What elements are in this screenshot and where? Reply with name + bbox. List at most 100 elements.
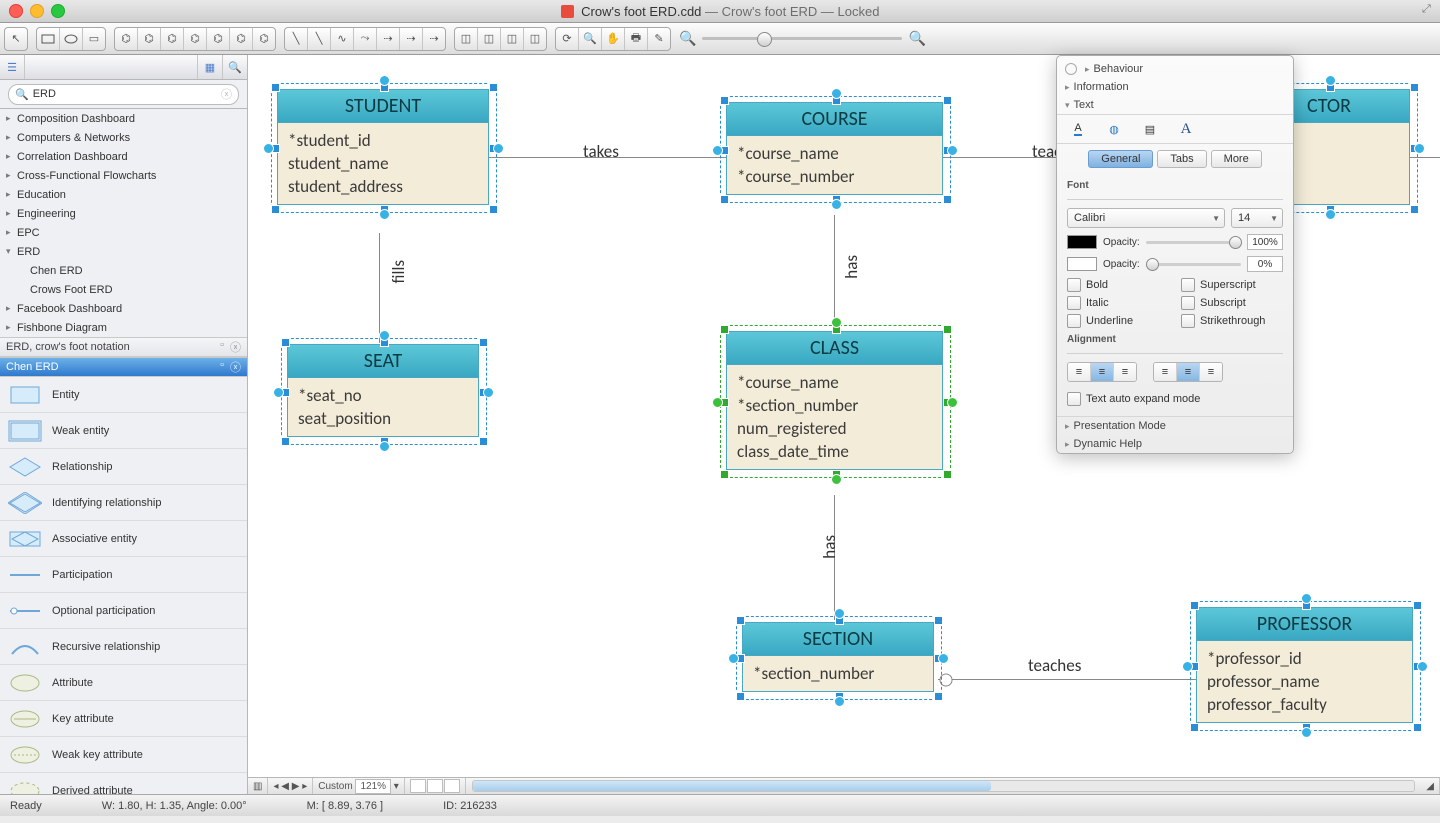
shape-item[interactable]: Participation <box>0 557 247 593</box>
zoom-value[interactable]: 121% <box>355 779 391 794</box>
tree-item[interactable]: ▸Correlation Dashboard <box>0 147 247 166</box>
inspector-section-information[interactable]: Information <box>1074 81 1129 93</box>
group-tool-3[interactable]: ◫ <box>501 28 524 50</box>
bg-opacity-slider[interactable] <box>1146 263 1241 266</box>
tree-tool-3[interactable]: ⌬ <box>161 28 184 50</box>
v-align-group[interactable]: ≡ ≡ ≡ <box>1153 362 1223 382</box>
tree-tool-4[interactable]: ⌬ <box>184 28 207 50</box>
bg-opacity-value[interactable]: 0% <box>1247 256 1283 272</box>
text-color-swatch[interactable] <box>1067 235 1097 249</box>
align-left-button[interactable]: ≡ <box>1068 363 1091 381</box>
valign-bottom-button[interactable]: ≡ <box>1200 363 1222 381</box>
connector-tool-3[interactable]: ⇢ <box>400 28 423 50</box>
page-nav[interactable]: ◂ ◀ ▶ ▸ <box>268 778 313 794</box>
zoom-slider[interactable]: 🔍 🔍 <box>679 30 926 47</box>
entity-course[interactable]: COURSE *course_name *course_number <box>726 102 943 195</box>
text-opacity-slider[interactable] <box>1146 241 1241 244</box>
horizontal-scrollbar[interactable] <box>472 780 1415 792</box>
entity-seat[interactable]: SEAT *seat_no seat_position <box>287 344 479 437</box>
font-family-select[interactable]: Calibri▼ <box>1067 208 1225 228</box>
shape-item[interactable]: Key attribute <box>0 701 247 737</box>
library-grid-icon[interactable]: ▦ <box>197 55 222 79</box>
zoom-in-icon[interactable]: 🔍 <box>908 30 925 47</box>
align-right-button[interactable]: ≡ <box>1114 363 1136 381</box>
close-window-button[interactable] <box>9 4 23 18</box>
inspector-tab-more[interactable]: More <box>1211 150 1262 168</box>
library-tree-icon[interactable]: ☰ <box>0 55 25 79</box>
lib-save-icon[interactable]: ▫ <box>220 359 224 375</box>
zoom-out-icon[interactable]: 🔍 <box>679 30 696 47</box>
ellipse-tool[interactable] <box>60 28 83 50</box>
inspector-section-behaviour[interactable]: Behaviour <box>1094 63 1144 75</box>
tree-item[interactable]: ▸EPC <box>0 223 247 242</box>
text-para-icon[interactable]: ▤ <box>1139 118 1161 140</box>
tree-item[interactable]: ▸Fishbone Diagram <box>0 318 247 337</box>
valign-top-button[interactable]: ≡ <box>1154 363 1177 381</box>
library-search-icon[interactable]: 🔍 <box>222 55 247 79</box>
zoom-window-button[interactable] <box>51 4 65 18</box>
line-tool-2[interactable]: ╲ <box>308 28 331 50</box>
clear-search-icon[interactable]: ⓧ <box>221 86 232 102</box>
curve-tool[interactable]: ∿ <box>331 28 354 50</box>
tree-tool-7[interactable]: ⌬ <box>253 28 275 50</box>
checkbox-strikethrough[interactable] <box>1181 314 1195 328</box>
inspector-foot-help[interactable]: Dynamic Help <box>1074 438 1142 450</box>
edit-tool[interactable]: ✎ <box>648 28 670 50</box>
library-tree[interactable]: ▸Composition Dashboard▸Computers & Netwo… <box>0 109 247 337</box>
group-tool-4[interactable]: ◫ <box>524 28 546 50</box>
tree-item[interactable]: ▸Computers & Networks <box>0 128 247 147</box>
align-center-button[interactable]: ≡ <box>1091 363 1114 381</box>
view-switcher[interactable] <box>405 778 466 794</box>
inspector-section-text[interactable]: Text <box>1074 99 1094 111</box>
shape-item[interactable]: Relationship <box>0 449 247 485</box>
h-align-group[interactable]: ≡ ≡ ≡ <box>1067 362 1137 382</box>
shape-item[interactable]: Entity <box>0 377 247 413</box>
pan-tool[interactable]: ✋ <box>602 28 625 50</box>
shape-item[interactable]: Optional participation <box>0 593 247 629</box>
inspector-foot-presentation[interactable]: Presentation Mode <box>1074 420 1166 432</box>
rel-fills-line[interactable] <box>379 233 380 343</box>
checkbox-subscript[interactable] <box>1181 296 1195 310</box>
shape-item[interactable]: Attribute <box>0 665 247 701</box>
font-size-select[interactable]: 14▼ <box>1231 208 1283 228</box>
checkbox-bold[interactable] <box>1067 278 1081 292</box>
auto-expand-checkbox[interactable] <box>1067 392 1081 406</box>
tree-item[interactable]: ▸Composition Dashboard <box>0 109 247 128</box>
library-header[interactable]: ERD, crow's foot notation▫ⓧ <box>0 337 247 357</box>
valign-middle-button[interactable]: ≡ <box>1177 363 1200 381</box>
tree-tool-6[interactable]: ⌬ <box>230 28 253 50</box>
shape-item[interactable]: Associative entity <box>0 521 247 557</box>
entity-professor[interactable]: PROFESSOR *professor_id professor_name p… <box>1196 607 1413 723</box>
tree-tool-1[interactable]: ⌬ <box>115 28 138 50</box>
tree-item[interactable]: Crows Foot ERD <box>0 280 247 299</box>
library-header[interactable]: Chen ERD▫ⓧ <box>0 357 247 377</box>
tree-item[interactable]: ▸Cross-Functional Flowcharts <box>0 166 247 185</box>
rel-teaches-line[interactable] <box>938 679 1198 680</box>
minimize-window-button[interactable] <box>30 4 44 18</box>
connector-tool-4[interactable]: ⇢ <box>423 28 445 50</box>
text-font-icon[interactable]: A <box>1175 118 1197 140</box>
rect-tool[interactable] <box>37 28 60 50</box>
shape-item[interactable]: Identifying relationship <box>0 485 247 521</box>
refresh-tool[interactable]: ⟳ <box>556 28 579 50</box>
pointer-tool[interactable]: ↖ <box>5 28 27 50</box>
tree-tool-5[interactable]: ⌬ <box>207 28 230 50</box>
lib-close-icon[interactable]: ⓧ <box>230 359 241 375</box>
page-tabs-icon[interactable]: ▥ <box>248 778 268 794</box>
inspector-tab-general[interactable]: General <box>1088 150 1153 168</box>
tree-item[interactable]: ▾ERD <box>0 242 247 261</box>
text-under-icon[interactable]: A <box>1067 118 1089 140</box>
text-tool[interactable]: ▭ <box>83 28 105 50</box>
checkbox-underline[interactable] <box>1067 314 1081 328</box>
tree-item[interactable]: ▸Education <box>0 185 247 204</box>
tree-tool-2[interactable]: ⌬ <box>138 28 161 50</box>
shape-item[interactable]: Recursive relationship <box>0 629 247 665</box>
tree-item[interactable]: Chen ERD <box>0 261 247 280</box>
group-tool-2[interactable]: ◫ <box>478 28 501 50</box>
inspector-tab-tabs[interactable]: Tabs <box>1157 150 1206 168</box>
inspector-panel[interactable]: ▸Behaviour ▸Information ▾Text A ◍ ▤ A Ge… <box>1056 55 1294 454</box>
lib-close-icon[interactable]: ⓧ <box>230 339 241 355</box>
entity-student[interactable]: STUDENT *student_id student_name student… <box>277 89 489 205</box>
print-tool[interactable]: 🖶 <box>625 28 648 50</box>
bg-color-swatch[interactable] <box>1067 257 1097 271</box>
